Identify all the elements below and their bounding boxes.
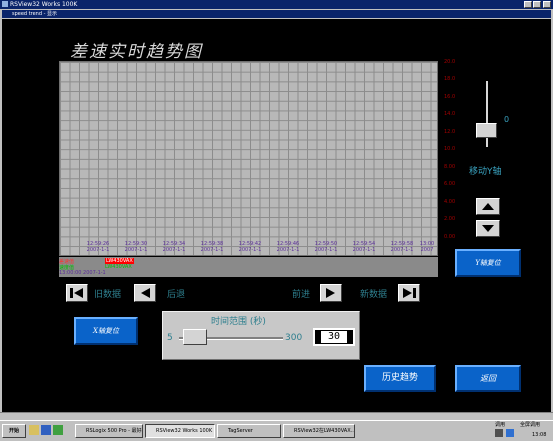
legend-time: 13:00:00 2007-1-1 xyxy=(59,270,106,276)
time-range-label: 时间范围 (秒) xyxy=(211,317,266,327)
quicklaunch-icon[interactable] xyxy=(41,425,51,435)
x-tick-label: 12:59:58 2007-1-1 xyxy=(390,241,414,253)
taskbar: 开始 RSLogix 500 Pro - 最好程... RSView32 Wor… xyxy=(0,420,553,441)
history-trend-button[interactable]: 历史趋势 xyxy=(364,365,436,392)
arrow-up-icon xyxy=(482,203,494,210)
old-data-button[interactable] xyxy=(66,284,88,302)
y-tick-label: 4.00 xyxy=(444,199,456,205)
trend-plot-area[interactable] xyxy=(59,61,438,256)
y-axis-slider-thumb[interactable] xyxy=(476,123,497,138)
y-axis-slider-value: 0 xyxy=(504,115,510,124)
quicklaunch-icon[interactable] xyxy=(29,425,39,435)
time-range-value-box[interactable]: 30 xyxy=(313,328,355,346)
skip-forward-icon xyxy=(403,288,416,298)
minimize-button[interactable] xyxy=(524,1,532,8)
forward-button[interactable] xyxy=(320,284,342,302)
tray-label[interactable]: 调用 xyxy=(495,421,505,428)
trend-legend: 差速值 LW430VAX 速度值 LW430VAX 13:00:00 2007-… xyxy=(59,257,438,277)
app-icon xyxy=(2,1,8,7)
time-range-slider-thumb[interactable] xyxy=(183,329,207,345)
inner-title-text: speed trend - 显示 xyxy=(12,11,58,17)
close-button[interactable] xyxy=(543,1,551,8)
time-range-max: 300 xyxy=(285,333,303,343)
x-tick-label: 12:59:30 2007-1-1 xyxy=(124,241,148,253)
y-tick-label: 16.0 xyxy=(444,94,456,100)
return-button[interactable]: 返回 xyxy=(455,365,521,392)
x-tick-label: 12:59:42 2007-1-1 xyxy=(238,241,262,253)
y-tick-label: 10.0 xyxy=(444,146,456,152)
arrow-down-icon xyxy=(482,225,494,232)
y-tick-label: 12.0 xyxy=(444,129,456,135)
skip-back-icon xyxy=(70,288,83,298)
y-tick-label: 18.0 xyxy=(444,76,456,82)
tray-icon[interactable] xyxy=(506,429,514,437)
y-up-button[interactable] xyxy=(476,198,500,215)
outer-title-text: RSView32 Works 100K xyxy=(10,1,78,8)
trend-display: 差速实时趋势图 20.0 18.0 16.0 14.0 12.0 10.0 8.… xyxy=(2,19,551,420)
forward-label: 前进 xyxy=(292,290,311,300)
x-tick-label: 13:00 2007 xyxy=(419,241,435,253)
arrow-right-icon xyxy=(326,288,335,298)
new-data-label: 新数据 xyxy=(360,290,388,300)
quicklaunch-icon[interactable] xyxy=(53,425,63,435)
outer-title-bar: RSView32 Works 100K xyxy=(0,0,553,9)
y-tick-label: 14.0 xyxy=(444,111,456,117)
y-tick-label: 8.00 xyxy=(444,164,456,170)
task-button[interactable]: RSLogix 500 Pro - 最好程... xyxy=(75,424,143,438)
arrow-left-icon xyxy=(141,288,150,298)
y-down-button[interactable] xyxy=(476,220,500,237)
x-tick-label: 12:59:34 2007-1-1 xyxy=(162,241,186,253)
x-tick-label: 12:59:26 2007-1-1 xyxy=(86,241,110,253)
y-tick-label: 20.0 xyxy=(444,59,456,65)
old-data-label: 旧数据 xyxy=(94,290,122,300)
time-range-min: 5 xyxy=(167,333,173,343)
start-button[interactable]: 开始 xyxy=(2,424,26,438)
legend-tag: LW430VAX xyxy=(105,264,132,270)
x-tick-label: 12:59:38 2007-1-1 xyxy=(200,241,224,253)
maximize-button[interactable] xyxy=(533,1,541,8)
page-title: 差速实时趋势图 xyxy=(70,42,203,62)
back-button[interactable] xyxy=(134,284,156,302)
y-tick-label: 6.00 xyxy=(444,181,456,187)
time-range-value: 30 xyxy=(321,331,347,343)
tray-label[interactable]: 全屏调用 xyxy=(520,421,540,428)
new-data-button[interactable] xyxy=(398,284,420,302)
y-reset-button[interactable]: Y轴复位 xyxy=(455,249,521,277)
inner-title-bar: speed trend - 显示 xyxy=(2,10,551,18)
task-button[interactable]: TagServer xyxy=(217,424,281,438)
x-reset-button[interactable]: X轴复位 xyxy=(74,317,138,345)
tray-icon[interactable] xyxy=(495,429,503,437)
back-label: 后退 xyxy=(167,290,186,300)
x-tick-label: 12:59:54 2007-1-1 xyxy=(352,241,376,253)
y-tick-label: 2.00 xyxy=(444,216,456,222)
x-tick-label: 12:59:50 2007-1-1 xyxy=(314,241,338,253)
task-button[interactable]: RSView32在LW430VAX... xyxy=(283,424,355,438)
x-tick-label: 12:59:46 2007-1-1 xyxy=(276,241,300,253)
clock: 13:08 xyxy=(532,432,547,438)
y-tick-label: 0.00 xyxy=(444,234,456,240)
time-range-panel: 时间范围 (秒) 5 300 30 xyxy=(162,311,360,360)
y-axis-slider-label: 移动Y轴 xyxy=(469,167,502,177)
task-button[interactable]: RSView32 Works 100K xyxy=(145,424,215,438)
